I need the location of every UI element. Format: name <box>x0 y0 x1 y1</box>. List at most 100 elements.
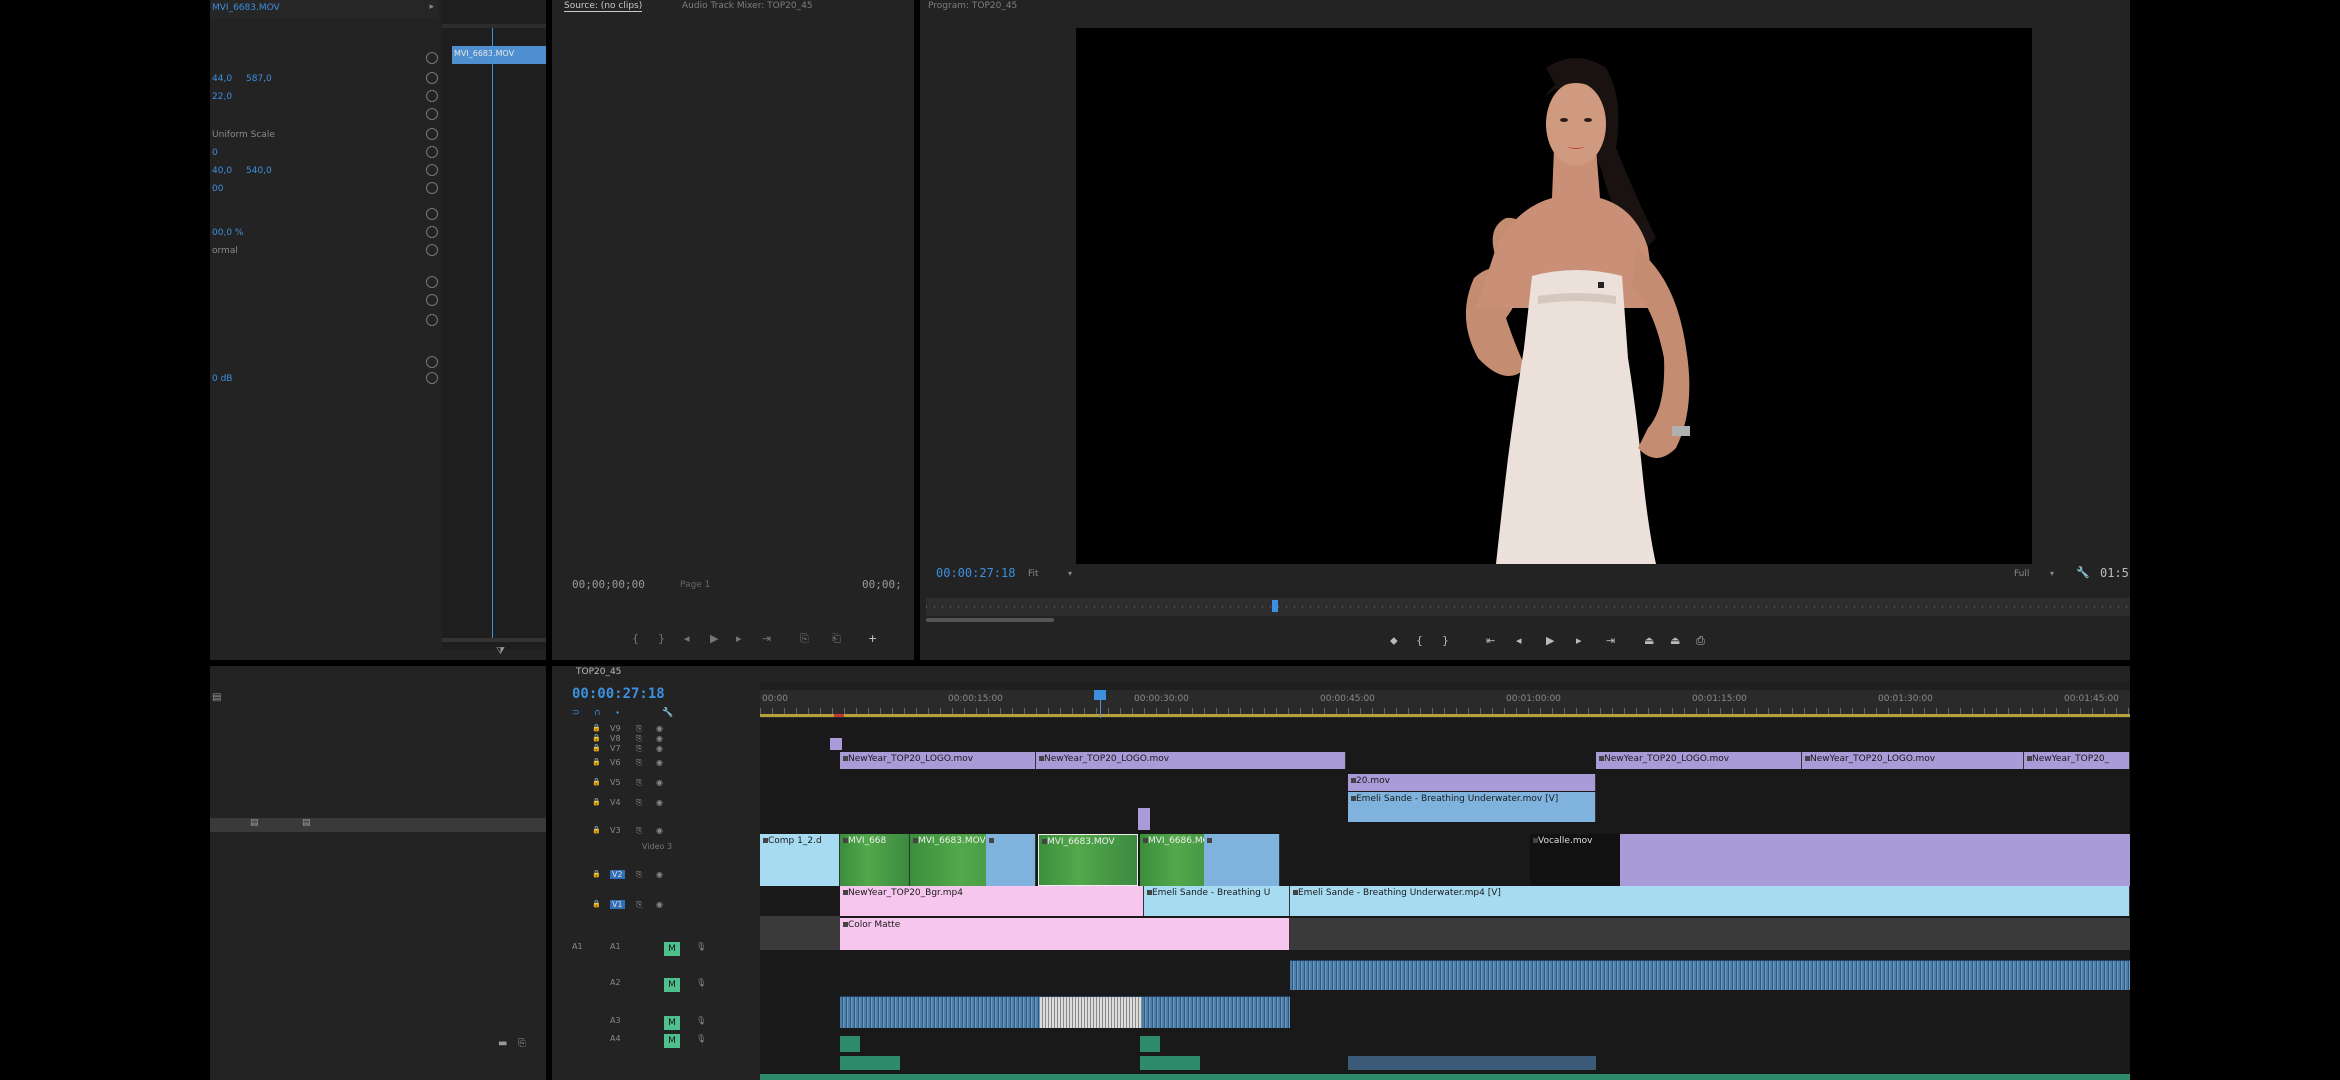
mini-scroll-track[interactable] <box>442 638 546 642</box>
property-value[interactable]: 0 dB <box>212 374 232 384</box>
track-lock-icon[interactable]: 🔒 <box>592 758 601 766</box>
reset-parameter-icon[interactable] <box>426 356 438 368</box>
reset-parameter-icon[interactable] <box>426 226 438 238</box>
audio-track-header[interactable]: A4 M 🎙 <box>572 1034 708 1056</box>
step-back-icon[interactable]: ◂ <box>684 632 690 645</box>
reset-parameter-icon[interactable] <box>426 108 438 120</box>
clip-v3-comp[interactable]: Comp 1_2.d <box>760 834 840 886</box>
reset-parameter-icon[interactable] <box>426 294 438 306</box>
sync-lock-icon[interactable]: ⎘ <box>636 744 642 754</box>
insert-icon[interactable]: ⎘ <box>800 632 809 646</box>
mark-out-icon[interactable]: } <box>658 632 665 645</box>
property-value-2[interactable]: 587,0 <box>246 74 272 84</box>
property-value-2[interactable]: 540,0 <box>246 166 272 176</box>
video-track-header[interactable]: 🔒 V4 ⎘ ◉ <box>592 798 728 820</box>
expand-arrow-icon[interactable]: ▸ <box>429 2 434 12</box>
voice-over-record-icon[interactable]: 🎙 <box>696 1016 706 1025</box>
property-value[interactable]: 00 <box>212 184 223 194</box>
timeline-timecode[interactable]: 00:00:27:18 <box>572 686 665 702</box>
reset-parameter-icon[interactable] <box>426 208 438 220</box>
toggle-visibility-icon[interactable]: ◉ <box>656 724 663 733</box>
sync-lock-icon[interactable]: ⎘ <box>636 798 642 808</box>
step-forward-icon[interactable]: ▸ <box>1576 634 1582 647</box>
clip-v3-lilac-block[interactable] <box>1620 834 2130 886</box>
voice-over-record-icon[interactable]: 🎙 <box>696 1034 706 1043</box>
voice-over-record-icon[interactable]: 🎙 <box>696 978 706 987</box>
clip-v1-a[interactable]: Color Matte <box>840 918 1290 950</box>
clip-v6-c[interactable]: NewYear_TOP20_LOGO.mov <box>1596 752 1802 769</box>
property-value[interactable]: 00,0 % <box>212 228 243 238</box>
resolution-arrow-icon[interactable]: ▾ <box>2050 569 2054 578</box>
video-track-header[interactable]: 🔒 V1 ⎘ ◉ <box>592 900 728 922</box>
play-icon[interactable]: ▶ <box>1546 634 1554 647</box>
work-area-bar[interactable] <box>760 714 2130 717</box>
program-playhead[interactable] <box>1272 600 1278 612</box>
clip-v6-d[interactable]: NewYear_TOP20_LOGO.mov <box>1802 752 2024 769</box>
step-back-icon[interactable]: ◂ <box>1516 634 1522 647</box>
clip-v4-marker[interactable] <box>1138 808 1150 830</box>
extract-icon[interactable]: ⏏ <box>1670 634 1680 647</box>
audio-track-header[interactable]: A1 A1 M 🎙 <box>572 942 708 964</box>
tab-audio-mixer[interactable]: Audio Track Mixer: TOP20_45 <box>682 1 813 11</box>
clip-v3-b-tail[interactable] <box>986 834 1036 886</box>
audio-a4-clip-a[interactable] <box>840 1056 900 1070</box>
reset-parameter-icon[interactable] <box>426 128 438 140</box>
clip-v3-c[interactable]: MVI_6683.MOV <box>1038 834 1138 886</box>
source-patch-label[interactable]: A1 <box>572 942 583 951</box>
track-lock-icon[interactable]: 🔒 <box>592 724 601 732</box>
program-scrubber[interactable] <box>926 598 2130 616</box>
mute-track-button[interactable]: M <box>664 1034 680 1048</box>
source-page-label[interactable]: Page 1 <box>680 580 710 590</box>
lift-icon[interactable]: ⏏ <box>1644 634 1654 647</box>
audio-master-bar[interactable] <box>760 1074 2130 1080</box>
property-value[interactable]: 40,0 <box>212 166 232 176</box>
sync-lock-icon[interactable]: ⎘ <box>636 734 642 744</box>
property-value[interactable]: 44,0 <box>212 74 232 84</box>
play-icon[interactable]: ▶ <box>710 632 718 645</box>
audio-track-header[interactable]: A2 M 🎙 <box>572 978 708 1000</box>
source-timecode-out[interactable]: 00;00; <box>862 578 902 591</box>
add-button-icon[interactable]: + <box>868 632 877 645</box>
audio-a2-clip-a[interactable] <box>840 996 1040 1028</box>
voice-over-record-icon[interactable]: 🎙 <box>696 942 706 951</box>
column-icon-a[interactable]: ▤ <box>250 818 259 828</box>
new-bin-icon[interactable]: ▬ <box>498 1038 507 1049</box>
playhead-handle[interactable] <box>1094 690 1106 700</box>
audio-a2-clip-c[interactable] <box>1142 996 1290 1028</box>
sync-lock-icon[interactable]: ⎘ <box>636 826 642 836</box>
mini-clip[interactable]: MVI_6683.MOV <box>452 46 546 64</box>
step-forward-icon[interactable]: ▸ <box>736 632 742 645</box>
clip-v3-a[interactable]: MVI_668 <box>840 834 910 886</box>
zoom-scroll-bar[interactable] <box>926 618 1054 622</box>
clip-v6-a[interactable]: NewYear_TOP20_LOGO.mov <box>840 752 1036 769</box>
reset-parameter-icon[interactable] <box>426 52 438 64</box>
reset-parameter-icon[interactable] <box>426 182 438 194</box>
clip-v7-marker[interactable] <box>830 738 842 750</box>
toggle-visibility-icon[interactable]: ◉ <box>656 778 663 787</box>
go-to-out-icon[interactable]: ⇥ <box>1606 634 1615 647</box>
reset-parameter-icon[interactable] <box>426 90 438 102</box>
toggle-visibility-icon[interactable]: ◉ <box>656 900 663 909</box>
reset-parameter-icon[interactable] <box>426 72 438 84</box>
track-lock-icon[interactable]: 🔒 <box>592 734 601 742</box>
column-icon-b[interactable]: ▤ <box>302 818 311 828</box>
video-track-header[interactable]: 🔒 V6 ⎘ ◉ <box>592 758 728 780</box>
track-lock-icon[interactable]: 🔒 <box>592 778 601 786</box>
source-timecode-in[interactable]: 00;00;00;00 <box>572 578 645 591</box>
mini-filter-icon[interactable]: ⧩ <box>496 646 505 657</box>
clip-v3-d-tail[interactable] <box>1204 834 1280 886</box>
mute-track-button[interactable]: M <box>664 1016 680 1030</box>
clip-v2-a[interactable]: NewYear_TOP20_Bgr.mp4 <box>840 886 1144 916</box>
audio-a3-clip-b[interactable] <box>1140 1036 1160 1052</box>
reset-parameter-icon[interactable] <box>426 164 438 176</box>
audio-a1-clip[interactable] <box>1290 960 2130 990</box>
export-frame-icon[interactable]: ⎙ <box>1696 634 1705 648</box>
toggle-visibility-icon[interactable]: ◉ <box>656 734 663 743</box>
timeline-ruler[interactable]: 00:00 00:00:15:00 00:00:30:00 00:00:45:00 00… <box>760 690 2130 718</box>
track-lock-icon[interactable]: 🔒 <box>592 798 601 806</box>
go-to-out-icon[interactable]: ⇥ <box>762 632 771 645</box>
add-marker-icon[interactable]: ⬩ <box>616 708 619 718</box>
settings-wrench-icon[interactable]: 🔧 <box>2076 566 2090 579</box>
property-value[interactable]: 22,0 <box>212 92 232 102</box>
mark-in-icon[interactable]: { <box>1416 634 1423 647</box>
